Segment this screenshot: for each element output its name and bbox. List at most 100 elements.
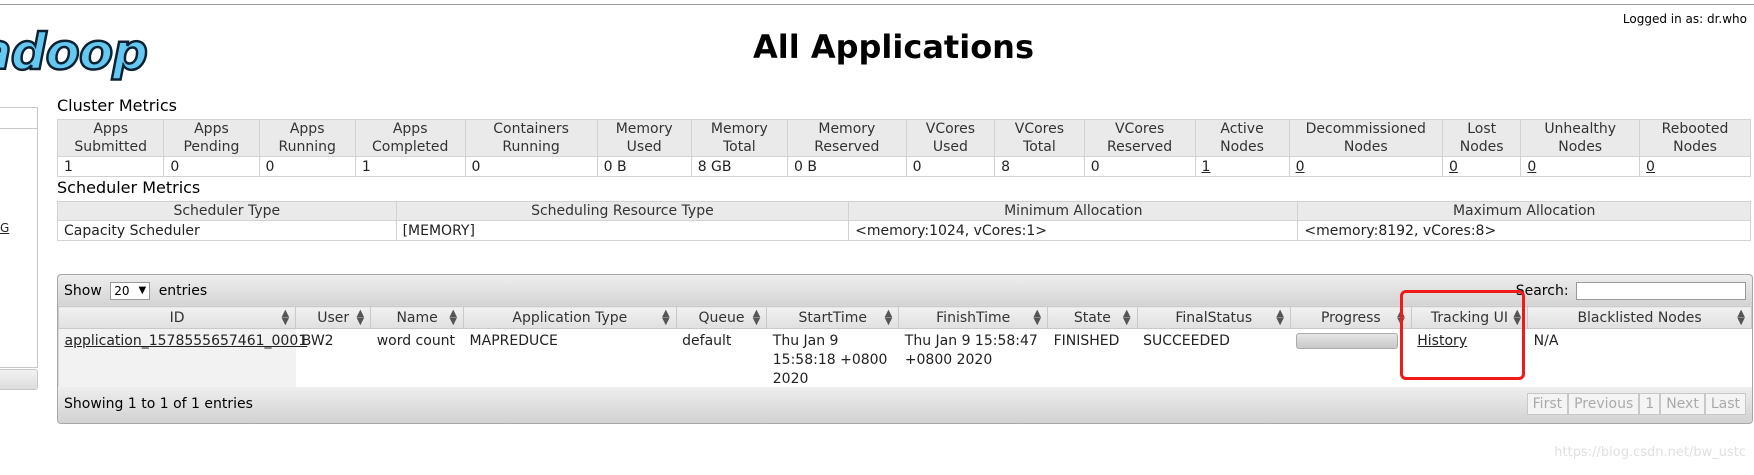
pager-next[interactable]: Next [1660, 393, 1705, 415]
header-memory-used: Memory Used [596, 119, 692, 157]
sort-icon: ▲ ▼ [752, 308, 761, 327]
page-length-control: Show 20 ▼ entries [64, 282, 207, 300]
header-apps-pending: Apps Pending [163, 119, 260, 157]
column-header-name[interactable]: Name ▲ ▼ [370, 306, 465, 329]
sort-icon: ▲ ▼ [449, 308, 458, 327]
table-footer: Showing 1 to 1 of 1 entries First Previou… [58, 387, 1752, 423]
sort-icon: ▲ ▼ [1276, 308, 1284, 327]
header-containers-running: Containers Running [464, 119, 598, 157]
header-memory-reserved: Memory Reserved [786, 119, 907, 157]
app-id-cell: application_1578555657461_0001 [58, 328, 307, 392]
value-lost-nodes: 0 [1441, 156, 1522, 177]
watermark: https://blog.csdn.net/bw_ustc [1554, 445, 1746, 460]
value-vcores-total: 8 [994, 156, 1085, 177]
search-input[interactable] [1576, 282, 1746, 300]
header-rebooted-nodes: Rebooted Nodes [1639, 119, 1751, 157]
value-apps-pending: 0 [163, 156, 260, 177]
header-unhealthy-nodes: Unhealthy Nodes [1520, 119, 1641, 157]
metric-link-active-nodes[interactable]: 1 [1202, 159, 1211, 175]
header-minimum-allocation: Minimum Allocation [848, 201, 1299, 221]
page-size-select[interactable]: 20 ▼ [110, 282, 151, 300]
sort-icon: ▲ ▼ [884, 308, 893, 327]
value-minimum-allocation: <memory:1024, vCores:1> [848, 220, 1299, 241]
value-rebooted-nodes: 0 [1639, 156, 1751, 177]
blacklisted-nodes-cell: N/A [1527, 328, 1752, 392]
sort-icon: ▲ ▼ [1737, 308, 1745, 327]
column-header-finalstatus[interactable]: FinalStatus ▲ ▼ [1136, 306, 1291, 329]
sort-icon: ▲ ▼ [356, 308, 365, 327]
value-scheduling-resource-type: [MEMORY] [395, 220, 850, 241]
column-header-application-type[interactable]: Application Type ▲ ▼ [463, 306, 677, 329]
value-containers-running: 0 [464, 156, 598, 177]
value-memory-reserved: 0 B [786, 156, 907, 177]
sort-icon: ▲ ▼ [281, 308, 290, 327]
start-time-cell: Thu Jan 9 15:58:18 +0800 2020 [766, 328, 899, 392]
header-memory-total: Memory Total [690, 119, 788, 157]
header-maximum-allocation: Maximum Allocation [1297, 201, 1751, 221]
pagination: First Previous 1 Next Last [1526, 393, 1746, 415]
value-unhealthy-nodes: 0 [1520, 156, 1641, 177]
column-header-starttime[interactable]: StartTime ▲ ▼ [766, 306, 900, 329]
sort-icon: ▲ ▼ [661, 308, 670, 327]
pager-previous[interactable]: Previous [1568, 393, 1640, 415]
state-cell: FINISHED [1047, 328, 1138, 392]
sort-icon: ▲ ▼ [1122, 308, 1131, 327]
finish-time-cell: Thu Jan 9 15:58:47 +0800 2020 [898, 328, 1048, 392]
tracking-ui-highlight-box [1400, 290, 1525, 380]
pager-last[interactable]: Last [1704, 393, 1746, 415]
queue-cell: default [676, 328, 767, 392]
value-vcores-reserved: 0 [1083, 156, 1196, 177]
showing-entries-info: Showing 1 to 1 of 1 entries [64, 396, 253, 412]
progress-cell [1290, 328, 1412, 392]
value-active-nodes: 1 [1194, 156, 1290, 177]
show-label: Show [64, 283, 102, 299]
column-header-state[interactable]: State ▲ ▼ [1047, 306, 1138, 329]
value-apps-submitted: 1 [56, 156, 165, 177]
header-vcores-used: VCores Used [905, 119, 996, 157]
value-apps-running: 0 [258, 156, 356, 177]
value-vcores-used: 0 [905, 156, 996, 177]
app-id-link[interactable]: application_1578555657461_0001 [65, 333, 308, 349]
cluster-metrics-title: Cluster Metrics [57, 96, 177, 115]
header-vcores-reserved: VCores Reserved [1083, 119, 1196, 157]
header-apps-running: Apps Running [258, 119, 356, 157]
header-scheduling-resource-type: Scheduling Resource Type [395, 201, 850, 221]
app-type-cell: MAPREDUCE [463, 328, 677, 392]
column-header-progress[interactable]: Progress ▲ ▼ [1289, 306, 1412, 329]
header-vcores-total: VCores Total [994, 119, 1085, 157]
scheduler-metrics-title: Scheduler Metrics [57, 178, 201, 197]
column-header-user[interactable]: User ▲ ▼ [295, 306, 372, 329]
header-apps-submitted: Apps Submitted [56, 119, 165, 157]
name-cell: word count [370, 328, 464, 392]
left-nav-tools[interactable] [0, 369, 38, 390]
cluster-metrics-table: Apps Submitted Apps Pending Apps Running Apps C… [56, 119, 1751, 177]
metric-link-decommissioned-nodes[interactable]: 0 [1296, 159, 1305, 175]
left-nav-header[interactable] [0, 107, 38, 129]
column-header-finishtime[interactable]: FinishTime ▲ ▼ [898, 306, 1049, 329]
user-cell: BW2 [295, 328, 371, 392]
sort-icon: ▲ ▼ [1033, 308, 1042, 327]
scheduler-metrics-table: Scheduler Type Scheduling Resource Type Mi… [57, 201, 1751, 241]
left-nav-panel [0, 128, 38, 368]
value-maximum-allocation: <memory:8192, vCores:8> [1297, 220, 1751, 241]
column-header-id[interactable]: ID ▲ ▼ [57, 306, 297, 329]
pager-1[interactable]: 1 [1639, 393, 1661, 415]
entries-label: entries [158, 283, 208, 299]
progress-bar [1296, 333, 1399, 349]
final-status-cell: SUCCEEDED [1137, 328, 1291, 392]
header-apps-completed: Apps Completed [354, 119, 466, 157]
metric-link-lost-nodes[interactable]: 0 [1449, 159, 1458, 175]
value-apps-completed: 1 [354, 156, 466, 177]
column-header-queue[interactable]: Queue ▲ ▼ [675, 306, 768, 329]
metric-link-unhealthy-nodes[interactable]: 0 [1527, 159, 1536, 175]
header-lost-nodes: Lost Nodes [1441, 119, 1522, 157]
left-nav-link[interactable]: G [0, 221, 9, 235]
column-header-blacklisted-nodes[interactable]: Blacklisted Nodes ▲ ▼ [1527, 306, 1752, 329]
page-title: All Applications [753, 28, 1034, 66]
value-memory-total: 8 GB [690, 156, 788, 177]
metric-link-rebooted-nodes[interactable]: 0 [1646, 159, 1655, 175]
value-decommissioned-nodes: 0 [1288, 156, 1443, 177]
pager-first[interactable]: First [1526, 393, 1569, 415]
search-control: Search: [1516, 282, 1746, 300]
value-scheduler-type: Capacity Scheduler [57, 220, 397, 241]
